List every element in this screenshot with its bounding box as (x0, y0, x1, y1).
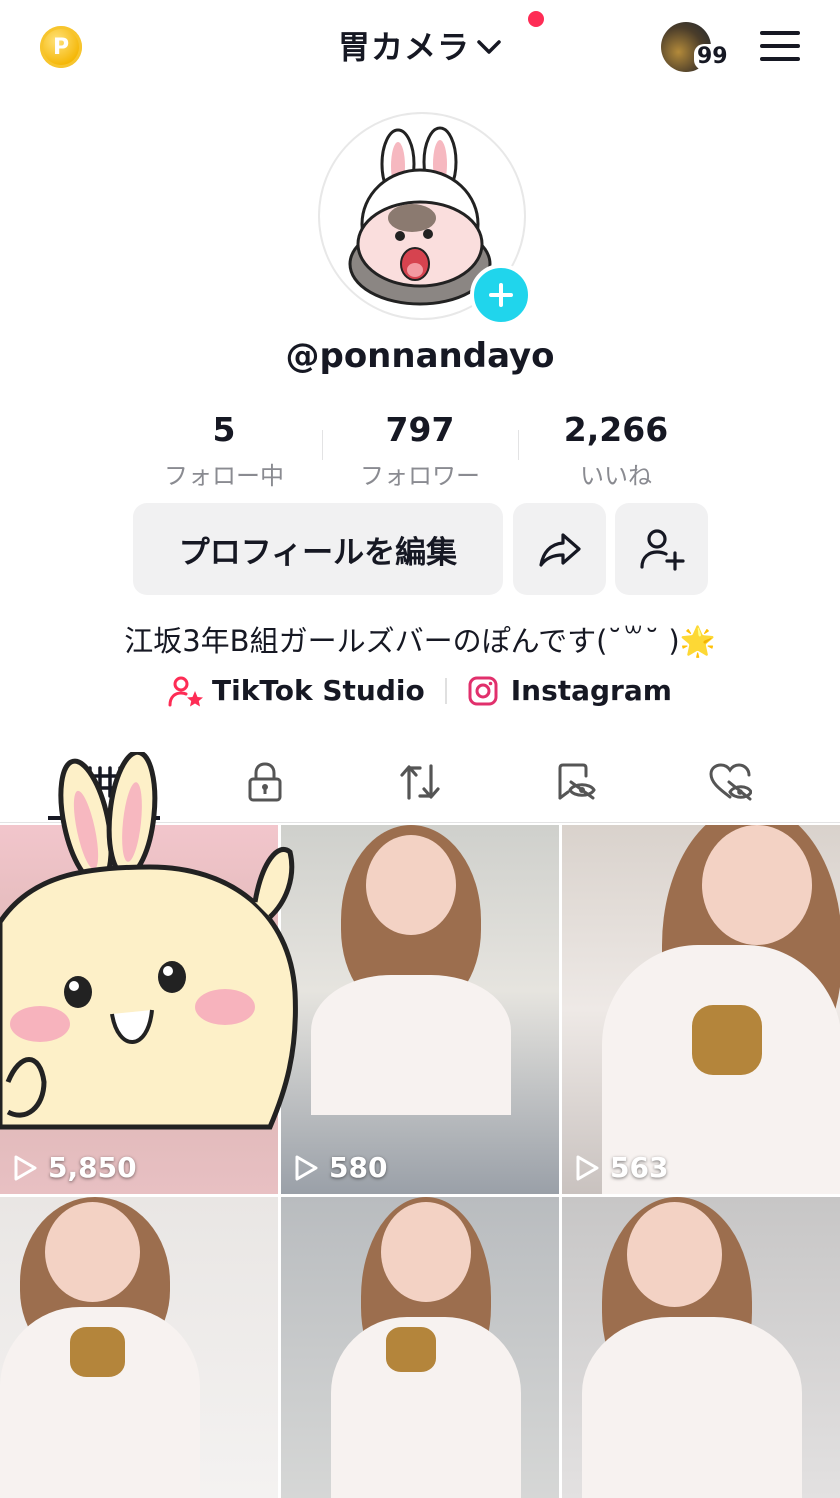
add-user-icon (639, 529, 685, 571)
play-icon (295, 1155, 318, 1180)
thumbnail-figure (692, 1005, 762, 1075)
profile-links: TikTok Studio Instagram (0, 674, 840, 707)
play-icon (576, 1155, 599, 1180)
following-count: 5 (212, 410, 236, 449)
instagram-icon (468, 676, 498, 705)
username: @ponnandayo (285, 336, 555, 376)
likes-count: 2,266 (563, 410, 669, 449)
thumbnail-figure (381, 1202, 471, 1302)
notification-dot (528, 11, 544, 27)
account-name[interactable]: 胃カメラ (338, 22, 470, 68)
edit-profile-button[interactable]: プロフィールを編集 (133, 503, 503, 595)
thumbnail-figure (311, 975, 511, 1115)
followers-label: フォロワー (360, 462, 480, 490)
tiktok-studio-icon (168, 676, 204, 706)
tab-reposts[interactable] (336, 742, 504, 822)
view-count: 5,850 (12, 1151, 137, 1184)
thumbnail-figure (582, 1317, 802, 1498)
tiktok-studio-link[interactable]: TikTok Studio (212, 674, 425, 707)
link-divider (444, 677, 447, 704)
view-count: 580 (293, 1151, 387, 1184)
view-count-value: 5,850 (48, 1151, 137, 1184)
followers-stat[interactable]: 797 フォロワー (322, 410, 518, 491)
play-icon (14, 1155, 37, 1180)
profile-bio: 江坂3年B組ガールズバーのぽんです(˘꒳˘ )🌟 (124, 624, 716, 658)
add-avatar-button[interactable] (470, 264, 532, 326)
thumbnail-figure (70, 1327, 125, 1377)
chevron-down-icon (477, 40, 501, 54)
eye-off-bookmark-icon (558, 763, 596, 800)
video-thumbnail[interactable]: 563 (562, 825, 840, 1194)
view-count: 563 (574, 1151, 668, 1184)
video-thumbnail[interactable] (0, 1197, 278, 1498)
thumbnail-figure (702, 825, 812, 945)
thumbnail-figure (386, 1327, 436, 1372)
view-count-value: 563 (610, 1151, 669, 1184)
character-sticker (0, 752, 298, 1130)
video-thumbnail[interactable] (562, 1197, 840, 1498)
tab-favorites[interactable] (492, 742, 660, 822)
following-label: フォロー中 (164, 462, 284, 490)
likes-label: いいね (580, 462, 652, 490)
menu-icon[interactable] (760, 31, 800, 61)
plus-icon (489, 283, 513, 307)
notification-count-badge: 99 (694, 44, 731, 70)
view-count-value: 580 (329, 1151, 388, 1184)
video-thumbnail[interactable]: 580 (281, 825, 559, 1194)
thumbnail-figure (45, 1202, 140, 1302)
thumbnail-figure (366, 835, 456, 935)
video-thumbnail[interactable] (281, 1197, 559, 1498)
share-profile-button[interactable] (513, 503, 606, 595)
share-icon (538, 533, 581, 567)
repost-icon (400, 764, 440, 800)
tab-liked[interactable] (646, 742, 814, 822)
heart-off-icon (709, 763, 752, 801)
add-friend-button[interactable] (615, 503, 708, 595)
following-stat[interactable]: 5 フォロー中 (126, 410, 322, 491)
thumbnail-figure (627, 1202, 722, 1307)
followers-count: 797 (385, 410, 455, 449)
instagram-link[interactable]: Instagram (511, 674, 672, 707)
likes-stat[interactable]: 2,266 いいね (518, 410, 714, 491)
